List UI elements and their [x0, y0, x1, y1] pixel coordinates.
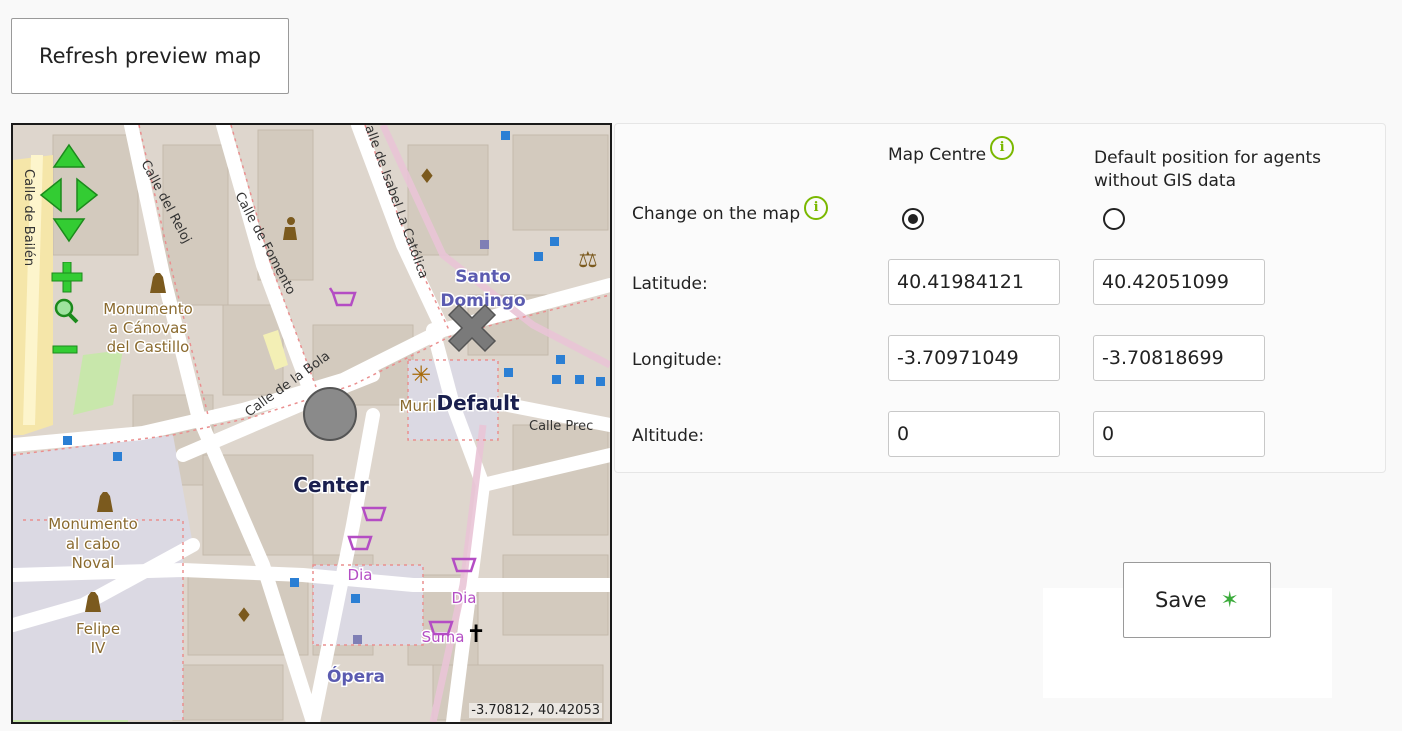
- map-tiles: Calle de Bailén Calle del Reloj Calle de…: [13, 125, 610, 722]
- place-monumento-canovas-1: Monumento: [103, 300, 193, 318]
- street-calle-prec: Calle Prec: [529, 419, 593, 434]
- default-marker-label: Default: [436, 391, 519, 415]
- row-change-on-map: Change on the map i: [632, 196, 829, 228]
- center-marker[interactable]: [303, 387, 357, 441]
- save-button[interactable]: Save ✶: [1123, 562, 1271, 638]
- info-icon[interactable]: i: [804, 196, 829, 220]
- pan-up-icon[interactable]: [52, 143, 86, 168]
- row-change-on-map-text: Change on the map: [632, 204, 801, 224]
- attraction-icon: ✳: [411, 361, 431, 389]
- default-altitude-input[interactable]: [1093, 411, 1265, 457]
- place-opera: Ópera: [327, 665, 385, 687]
- map-coordinate-readout: -3.70812, 40.42053: [469, 703, 602, 718]
- save-button-label: Save: [1155, 588, 1207, 612]
- center-marker-label: Center: [293, 473, 369, 497]
- pan-left-icon[interactable]: [39, 177, 62, 213]
- place-monumento-noval-2: al cabo: [66, 535, 120, 553]
- zoom-controls[interactable]: [49, 262, 89, 358]
- scales-icon: ⚖: [578, 248, 598, 273]
- default-position-radio[interactable]: [1103, 208, 1125, 230]
- default-longitude-input[interactable]: [1093, 335, 1265, 381]
- latitude-label: Latitude:: [632, 274, 708, 294]
- center-radio[interactable]: [902, 208, 924, 230]
- theatre-icon-2: ♦: [235, 603, 253, 627]
- zoom-out-icon[interactable]: [52, 345, 78, 354]
- wand-icon: ✶: [1220, 587, 1239, 613]
- place-muril: Muril: [400, 397, 437, 415]
- place-monumento-canovas-2: a Cánovas: [109, 319, 187, 337]
- altitude-label: Altitude:: [632, 426, 705, 446]
- position-settings-panel: Map Centre i Default position for agents …: [614, 123, 1386, 473]
- pan-controls[interactable]: [39, 143, 99, 243]
- place-monumento-noval-1: Monumento: [48, 515, 138, 533]
- place-monumento-noval-3: Noval: [72, 554, 115, 572]
- zoom-in-icon[interactable]: [51, 262, 83, 293]
- place-santo-domingo-1: Santo: [455, 267, 511, 287]
- theatre-icon: ♦: [418, 164, 436, 188]
- place-felipe-2: IV: [91, 639, 106, 657]
- street-calle-bailen: Calle de Bailén: [21, 169, 36, 266]
- col-map-centre-text: Map Centre: [888, 145, 987, 165]
- preview-map[interactable]: Calle de Bailén Calle del Reloj Calle de…: [11, 123, 612, 724]
- center-longitude-input[interactable]: [888, 335, 1060, 381]
- church-icon: ✝: [466, 620, 486, 648]
- place-monumento-canovas-3: del Castillo: [107, 338, 190, 356]
- shop-dia-1: Dia: [348, 566, 373, 584]
- pan-down-icon[interactable]: [52, 218, 86, 243]
- info-icon[interactable]: i: [990, 136, 1015, 160]
- col-header-default-position: Default position for agents without GIS …: [1094, 148, 1322, 191]
- shop-dia-2: Dia: [452, 589, 477, 607]
- zoom-world-icon[interactable]: [54, 298, 79, 324]
- center-altitude-input[interactable]: [888, 411, 1060, 457]
- refresh-preview-map-button[interactable]: Refresh preview map: [11, 18, 289, 94]
- col-header-map-centre: Map Centre i: [888, 136, 1015, 168]
- longitude-label: Longitude:: [632, 350, 723, 370]
- default-latitude-input[interactable]: [1093, 259, 1265, 305]
- pan-right-icon[interactable]: [76, 177, 99, 213]
- shop-suma: Suma: [422, 628, 465, 646]
- center-latitude-input[interactable]: [888, 259, 1060, 305]
- place-felipe-1: Felipe: [76, 620, 120, 638]
